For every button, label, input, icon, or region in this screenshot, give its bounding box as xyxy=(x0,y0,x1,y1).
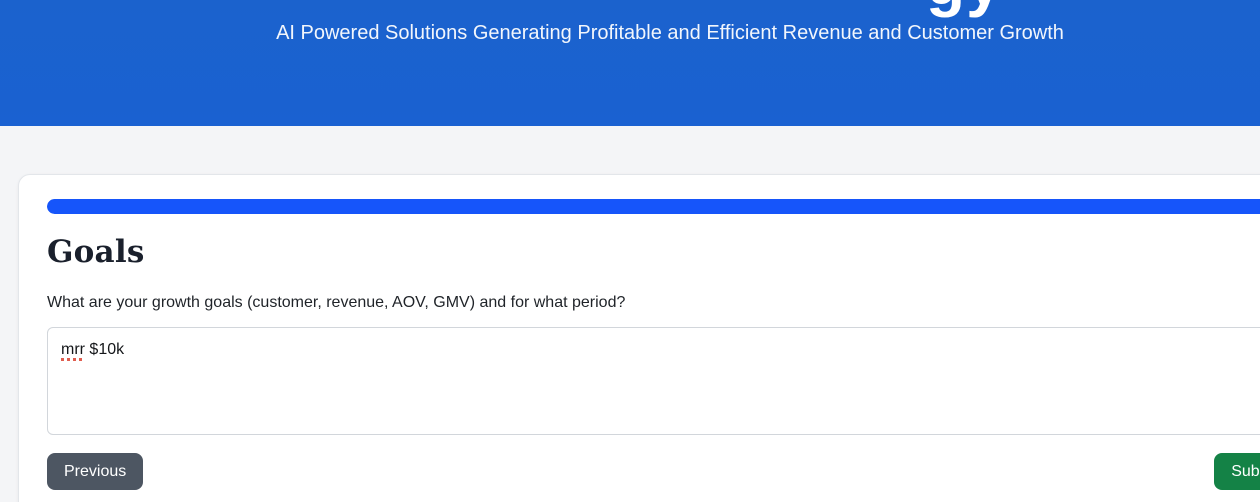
goals-form-card: Goals What are your growth goals (custom… xyxy=(18,174,1260,502)
misspelled-word: mrr xyxy=(61,341,85,358)
hero-subtitle: AI Powered Solutions Generating Profitab… xyxy=(120,19,1220,47)
previous-button[interactable]: Previous xyxy=(47,453,143,490)
goals-answer-textarea[interactable]: mrr $10k xyxy=(47,327,1260,435)
hero-title-fragment: gy xyxy=(926,0,1003,14)
growth-goals-question-label: What are your growth goals (customer, re… xyxy=(47,291,1260,315)
section-title-goals: Goals xyxy=(47,231,1260,273)
form-navigation-row: Previous Submit xyxy=(47,453,1260,490)
answer-text-remainder: $10k xyxy=(85,341,124,358)
submit-button[interactable]: Submit xyxy=(1214,453,1260,490)
progress-bar-fill xyxy=(47,199,1260,214)
progress-bar-track xyxy=(47,199,1260,214)
hero-header: gy AI Powered Solutions Generating Profi… xyxy=(0,0,1260,126)
